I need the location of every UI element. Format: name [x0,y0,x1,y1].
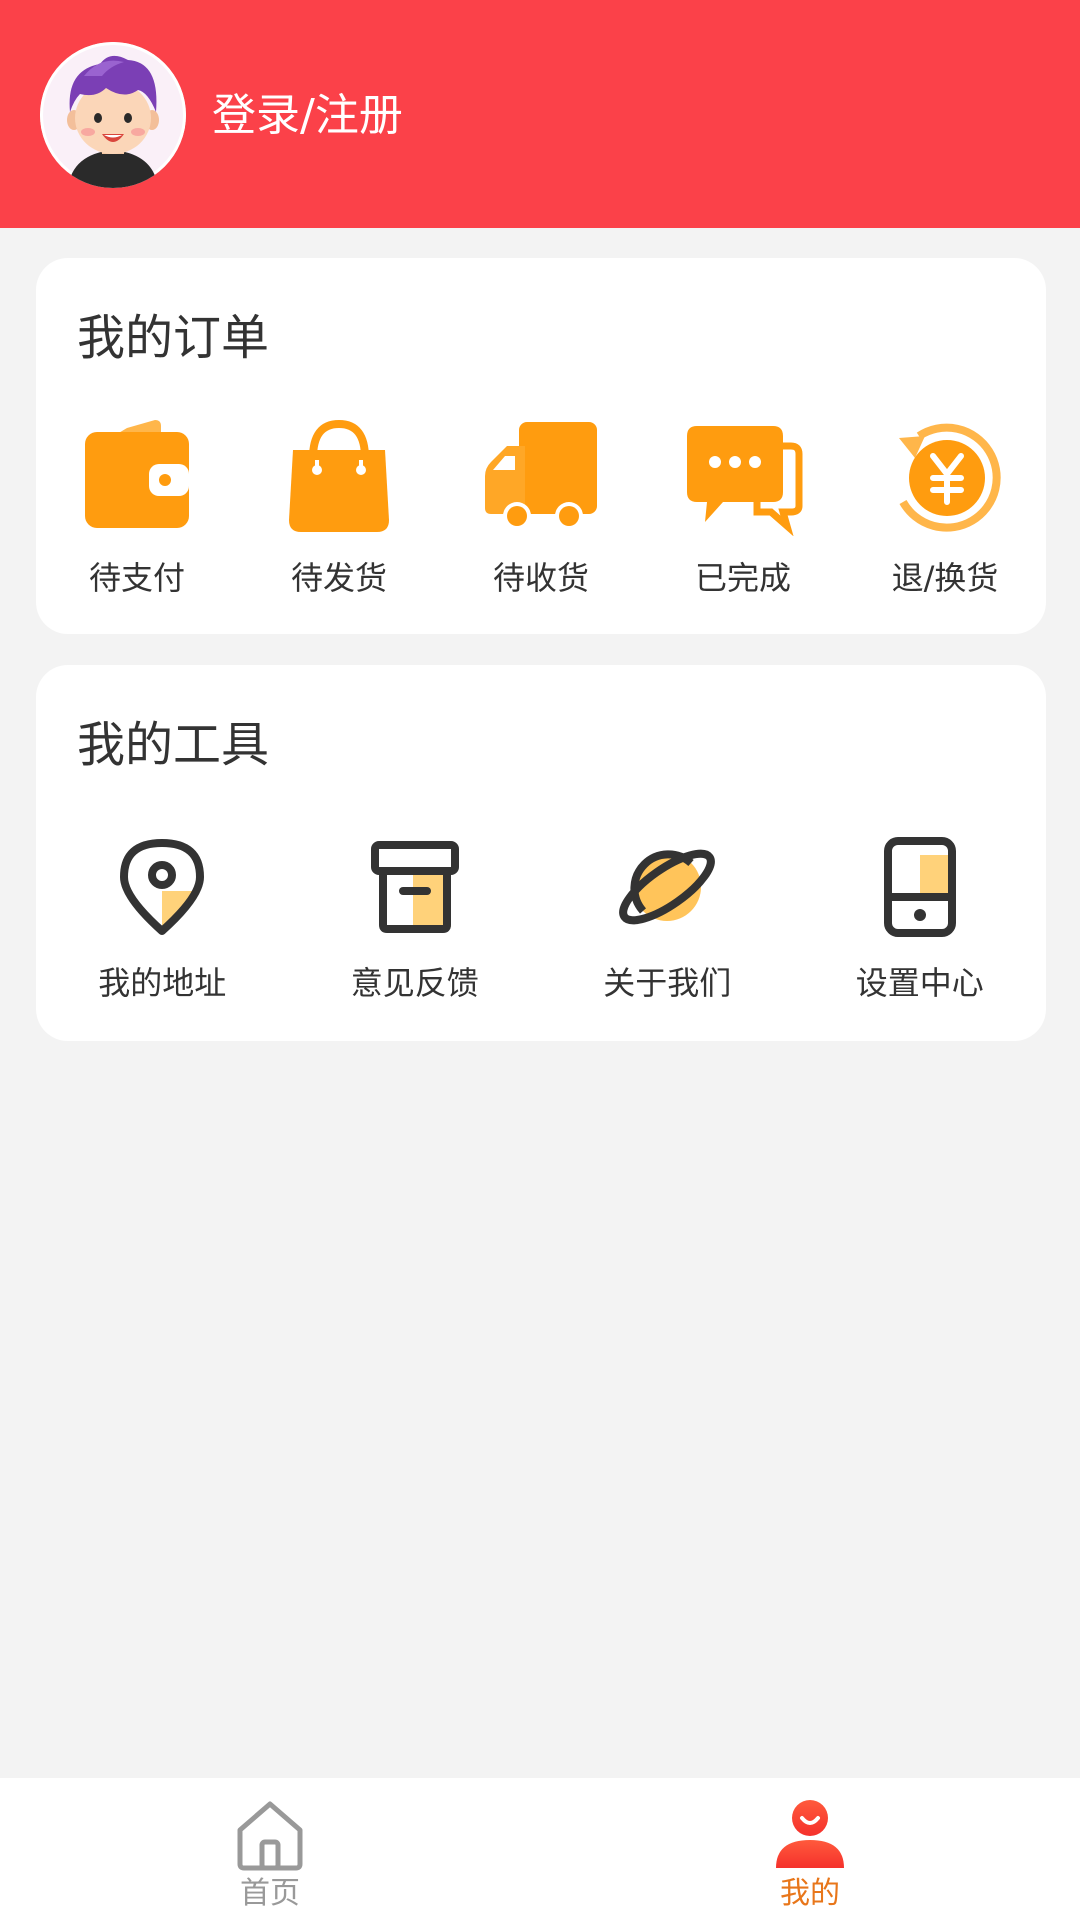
tool-about-us[interactable]: 关于我们 [541,823,794,1005]
tool-my-address[interactable]: 我的地址 [36,823,289,1005]
order-refund-exchange[interactable]: 退/换货 [844,416,1046,600]
phone-device-icon [883,837,956,937]
archive-box-icon [370,841,459,933]
order-pending-receipt[interactable]: 待收货 [440,416,642,600]
tool-settings-center-label: 设置中心 [855,964,984,1002]
tool-about-us-label: 关于我们 [603,964,732,1002]
order-pending-shipment-label: 待发货 [290,559,387,597]
tab-mine[interactable]: 我的 [540,1778,1080,1920]
tools-title: 我的工具 [77,717,270,773]
tools-icon-row: 我的地址 意见反馈 关于我们 设置中心 [36,823,1046,1005]
tab-home-label: 首页 [240,1876,300,1911]
orders-card: 我的订单 待支付 待发货 待收货 已完成 退/换货 [36,258,1046,634]
order-pending-payment[interactable]: 待支付 [36,416,238,600]
profile-header: 登录/注册 [0,0,1080,228]
chat-bubbles-icon [687,426,803,536]
tool-my-address-label: 我的地址 [98,964,227,1002]
avatar-icon [40,42,186,188]
orders-title: 我的订单 [77,310,270,366]
tool-settings-center[interactable]: 设置中心 [794,823,1047,1005]
location-pin-icon [120,839,205,935]
truck-icon [485,422,597,530]
home-icon [237,1801,303,1871]
wallet-icon [85,420,189,528]
order-pending-receipt-label: 待收货 [492,559,589,597]
user-icon [776,1800,844,1868]
login-register-link[interactable]: 登录/注册 [212,86,403,146]
tab-mine-label: 我的 [780,1876,840,1911]
tool-feedback[interactable]: 意见反馈 [289,823,542,1005]
tools-card: 我的工具 我的地址 意见反馈 关于我们 设置中心 [36,665,1046,1041]
planet-icon [619,849,716,925]
bottom-tab-bar: 首页 我的 [0,1778,1080,1920]
tab-home[interactable]: 首页 [0,1778,540,1920]
order-completed-label: 已完成 [694,559,791,597]
avatar[interactable] [40,42,186,188]
order-pending-payment-label: 待支付 [88,559,185,597]
shopping-bag-icon [289,419,389,532]
order-refund-exchange-label: 退/换货 [891,559,999,597]
tool-feedback-label: 意见反馈 [350,964,479,1002]
refund-yuan-icon [899,423,1001,532]
order-completed[interactable]: 已完成 [642,416,844,600]
order-pending-shipment[interactable]: 待发货 [238,416,440,600]
orders-icon-row: 待支付 待发货 待收货 已完成 退/换货 [36,416,1046,600]
